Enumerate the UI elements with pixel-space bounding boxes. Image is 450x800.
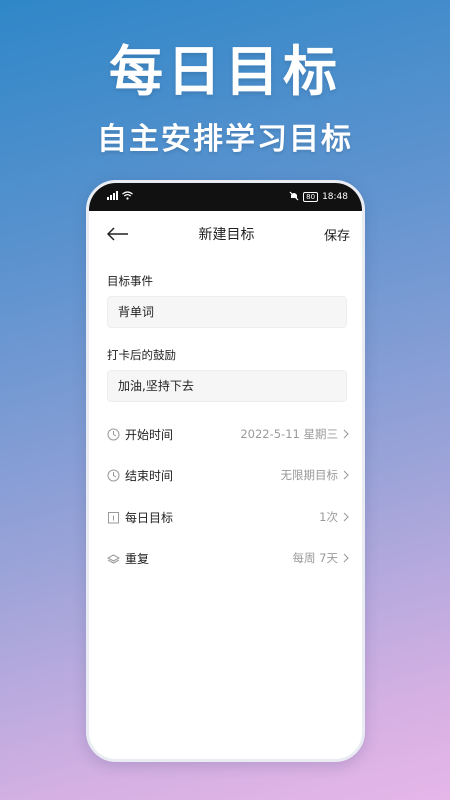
row-right: 无限期目标: [281, 467, 351, 483]
battery-icon: 80: [303, 192, 319, 202]
setting-label: 开始时间: [125, 427, 174, 442]
setting-row-start-time[interactable]: 开始时间 2022-5-11 星期三: [107, 422, 350, 446]
setting-value: 1次: [319, 510, 338, 524]
setting-label: 重复: [125, 551, 150, 566]
phone-mockup: 80 18:48 新建目标 保存 目标事件 背单词 打卡后的鼓励 加油,坚持下去…: [86, 180, 365, 762]
chevron-right-icon: [342, 429, 350, 439]
clock-icon: [107, 469, 120, 482]
status-time: 18:48: [322, 192, 348, 202]
nav-bar: 新建目标 保存: [89, 211, 362, 257]
status-bar: 80 18:48: [89, 183, 362, 211]
chevron-right-icon: [342, 553, 350, 563]
page-title: 新建目标: [198, 227, 255, 243]
signal-icon: [107, 191, 118, 203]
chevron-right-icon: [342, 512, 350, 522]
back-arrow-icon[interactable]: [107, 227, 129, 241]
chevron-right-icon: [342, 470, 350, 480]
setting-value: 每周 7天: [292, 551, 338, 565]
hero-title: 每日目标: [109, 40, 341, 103]
wifi-icon: [122, 191, 133, 203]
save-button[interactable]: 保存: [324, 225, 350, 244]
row-right: 1次: [319, 509, 350, 525]
calendar-icon: [107, 511, 120, 524]
reward-label: 打卡后的鼓励: [107, 348, 176, 362]
setting-value: 2022-5-11 星期三: [240, 427, 338, 441]
hero-subtitle: 自主安排学习目标: [97, 122, 353, 157]
setting-row-repeat[interactable]: 重复 每周 7天: [107, 546, 350, 570]
setting-label: 结束时间: [125, 468, 174, 483]
setting-value: 无限期目标: [280, 468, 339, 482]
row-right: 每周 7天: [293, 550, 350, 566]
layers-icon: [107, 552, 120, 565]
setting-row-daily-goal[interactable]: 每日目标 1次: [107, 505, 350, 529]
row-right: 2022-5-11 星期三: [240, 426, 350, 442]
mute-icon: [289, 191, 299, 204]
event-input[interactable]: 背单词: [107, 296, 347, 328]
status-left: [107, 191, 133, 203]
battery-level: 80: [306, 193, 316, 201]
row-left: 结束时间: [107, 467, 173, 484]
reward-input[interactable]: 加油,坚持下去: [107, 370, 347, 402]
setting-row-end-time[interactable]: 结束时间 无限期目标: [107, 463, 350, 487]
row-left: 重复: [107, 550, 149, 567]
row-left: 每日目标: [107, 509, 173, 526]
row-left: 开始时间: [107, 426, 173, 443]
event-label: 目标事件: [107, 274, 153, 288]
status-right: 80 18:48: [289, 191, 348, 204]
clock-icon: [107, 428, 120, 441]
setting-label: 每日目标: [125, 510, 174, 525]
